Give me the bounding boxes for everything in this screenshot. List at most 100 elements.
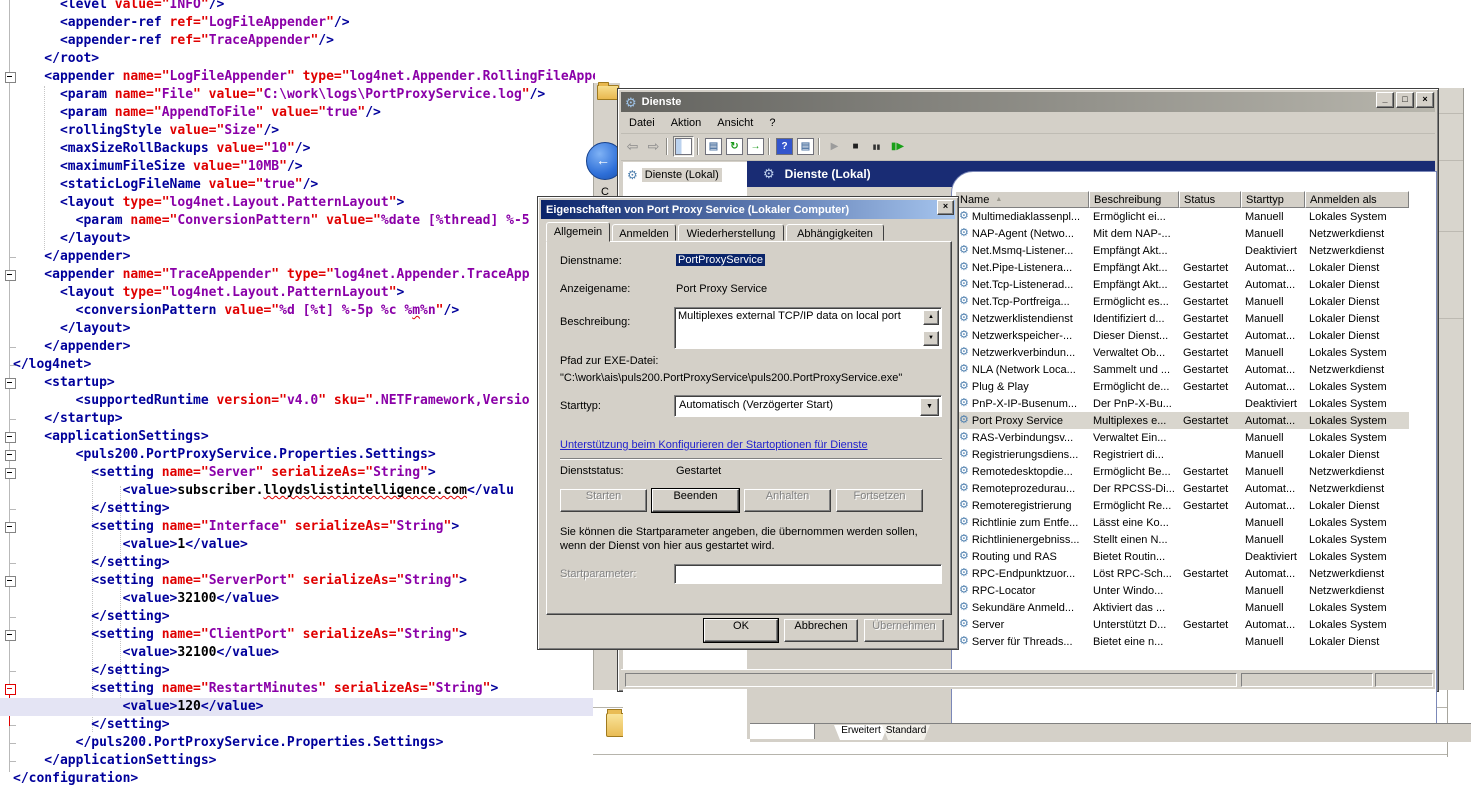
starttyp-combobox[interactable]: Automatisch (Verzögerter Start) ▼ bbox=[674, 395, 942, 417]
code-line: </log4net> bbox=[0, 356, 595, 374]
anzeigename-value: Port Proxy Service bbox=[676, 283, 767, 295]
dialog-title-bar[interactable]: Eigenschaften von Port Proxy Service (Lo… bbox=[541, 200, 955, 219]
service-row[interactable]: ⚙NetzwerklistendienstIdentifiziert d...G… bbox=[955, 310, 1409, 327]
code-line: </startup> bbox=[0, 410, 595, 428]
service-row-selected[interactable]: ⚙Port Proxy ServiceMultiplexes e...Gesta… bbox=[955, 412, 1409, 429]
abbrechen-button[interactable]: Abbrechen bbox=[784, 619, 858, 642]
table-header: Name▲BeschreibungStatusStarttypAnmelden … bbox=[955, 191, 1409, 208]
service-gear-icon: ⚙ bbox=[959, 262, 969, 273]
stop-service-icon[interactable]: ■ bbox=[846, 137, 865, 156]
properties-icon[interactable]: ▤ bbox=[704, 137, 723, 156]
service-row[interactable]: ⚙NAP-Agent (Netwo...Mit dem NAP-...Manue… bbox=[955, 225, 1409, 242]
beschreibung-textarea[interactable]: Multiplexes external TCP/IP data on loca… bbox=[674, 307, 942, 349]
xml-code: <level value="INFO"/> <appender-ref ref=… bbox=[0, 0, 595, 787]
service-row[interactable]: ⚙Registrierungsdiens...Registriert di...… bbox=[955, 446, 1409, 463]
dienstname-value[interactable]: PortProxyService bbox=[676, 254, 765, 266]
service-row[interactable]: ⚙Remoteprozedurau...Der RPCSS-Di...Gesta… bbox=[955, 480, 1409, 497]
service-row[interactable]: ⚙RemoteregistrierungErmöglicht Re...Gest… bbox=[955, 497, 1409, 514]
services-title-bar[interactable]: ⚙ Dienste bbox=[621, 92, 1435, 112]
service-gear-icon: ⚙ bbox=[959, 466, 969, 477]
service-row[interactable]: ⚙Net.Tcp-Portfreiga...Ermöglicht es...Ge… bbox=[955, 293, 1409, 310]
back-icon[interactable]: ⇦ bbox=[623, 137, 642, 156]
dialog-tab-abhngigkeiten[interactable]: Abhängigkeiten bbox=[786, 224, 884, 241]
service-row[interactable]: ⚙Routing und RASBietet Routin...Deaktivi… bbox=[955, 548, 1409, 565]
tree-item-dienste-lokal[interactable]: ⚙ Dienste (Lokal) bbox=[627, 168, 722, 182]
sort-ascending-icon: ▲ bbox=[995, 196, 1002, 203]
service-gear-icon: ⚙ bbox=[959, 415, 969, 426]
service-row[interactable]: ⚙RPC-Endpunktzuor...Löst RPC-Sch...Gesta… bbox=[955, 565, 1409, 582]
show-console-tree-icon[interactable] bbox=[673, 136, 694, 157]
menu-item-aktion[interactable]: Aktion bbox=[663, 115, 710, 131]
menu-item-datei[interactable]: Datei bbox=[621, 115, 663, 131]
anhalten-button[interactable]: Anhalten bbox=[744, 489, 831, 512]
service-row[interactable]: ⚙Netzwerkspeicher-...Dieser Dienst...Ges… bbox=[955, 327, 1409, 344]
code-line: <layout type="log4net.Layout.PatternLayo… bbox=[0, 284, 595, 302]
forward-icon[interactable]: ⇨ bbox=[644, 137, 663, 156]
back-arrow-icon: ← bbox=[596, 152, 610, 168]
service-row[interactable]: ⚙Server für Threads...Bietet eine n...Ma… bbox=[955, 633, 1409, 650]
dialog-tab-allgemein[interactable]: Allgemein bbox=[546, 222, 610, 242]
service-row[interactable]: ⚙Richtlinienergebniss...Stellt einen N..… bbox=[955, 531, 1409, 548]
refresh-icon[interactable]: ↻ bbox=[725, 137, 744, 156]
maximize-button[interactable]: □ bbox=[1396, 92, 1414, 108]
property-window-icon[interactable]: ▤ bbox=[796, 137, 815, 156]
service-row[interactable]: ⚙Sekundäre Anmeld...Aktiviert das ...Man… bbox=[955, 599, 1409, 616]
column-header-anmeldenals[interactable]: Anmelden als bbox=[1305, 191, 1409, 208]
view-tab-standard[interactable]: Standard bbox=[882, 725, 930, 740]
service-row[interactable]: ⚙Net.Tcp-Listenerad...Empfängt Akt...Ges… bbox=[955, 276, 1409, 293]
startparameter-input[interactable] bbox=[674, 564, 942, 584]
service-row[interactable]: ⚙Net.Msmq-Listener...Empfängt Akt...Deak… bbox=[955, 242, 1409, 259]
service-row[interactable]: ⚙NLA (Network Loca...Sammelt und ...Gest… bbox=[955, 361, 1409, 378]
column-header-name[interactable]: Name▲ bbox=[955, 191, 1089, 208]
service-row[interactable]: ⚙RPC-LocatorUnter Windo...ManuellNetzwer… bbox=[955, 582, 1409, 599]
dialog-tab-wiederherstellung[interactable]: Wiederherstellung bbox=[678, 224, 784, 241]
menu-item-ansicht[interactable]: Ansicht bbox=[709, 115, 761, 131]
gear-icon: ⚙ bbox=[627, 169, 638, 181]
service-gear-icon: ⚙ bbox=[959, 296, 969, 307]
help-icon[interactable]: ? bbox=[775, 137, 794, 156]
service-gear-icon: ⚙ bbox=[959, 381, 969, 392]
code-line: <supportedRuntime version="v4.0" sku=".N… bbox=[0, 392, 595, 410]
service-gear-icon: ⚙ bbox=[959, 449, 969, 460]
pause-service-icon[interactable]: ▮▮ bbox=[867, 137, 886, 156]
chevron-down-icon[interactable]: ▼ bbox=[920, 398, 939, 416]
menu-item-?[interactable]: ? bbox=[761, 115, 783, 131]
service-row[interactable]: ⚙ServerUnterstützt D...GestartetAutomat.… bbox=[955, 616, 1409, 633]
code-editor[interactable]: <level value="INFO"/> <appender-ref ref=… bbox=[0, 0, 595, 787]
ok-button[interactable]: OK bbox=[704, 619, 778, 642]
code-line: </applicationSettings> bbox=[0, 752, 595, 770]
restart-service-icon[interactable]: ▮▶ bbox=[888, 137, 907, 156]
scroll-down-icon[interactable]: ▼ bbox=[923, 331, 939, 346]
service-row[interactable]: ⚙Plug & PlayErmöglicht de...GestartetAut… bbox=[955, 378, 1409, 395]
service-row[interactable]: ⚙Multimediaklassenpl...Ermöglicht ei...M… bbox=[955, 208, 1409, 225]
beenden-button[interactable]: Beenden bbox=[652, 489, 739, 512]
start-service-icon[interactable]: ▶ bbox=[825, 137, 844, 156]
starten-button[interactable]: Starten bbox=[560, 489, 647, 512]
startparameter-label: Startparameter: bbox=[560, 568, 636, 580]
close-icon[interactable]: × bbox=[937, 200, 954, 215]
uebernehmen-button[interactable]: Übernehmen bbox=[864, 619, 944, 642]
window-title: Dienste bbox=[642, 96, 682, 108]
export-list-icon[interactable]: → bbox=[746, 137, 765, 156]
service-row[interactable]: ⚙Netzwerkverbindun...Verwaltet Ob...Gest… bbox=[955, 344, 1409, 361]
code-line: </puls200.PortProxyService.Properties.Se… bbox=[0, 734, 595, 752]
minimize-button[interactable]: _ bbox=[1376, 92, 1394, 108]
service-row[interactable]: ⚙Richtlinie zum Entfe...Lässt eine Ko...… bbox=[955, 514, 1409, 531]
service-gear-icon: ⚙ bbox=[959, 517, 969, 528]
code-line: </setting> bbox=[0, 662, 595, 680]
dialog-tab-anmelden[interactable]: Anmelden bbox=[612, 224, 676, 241]
close-button[interactable]: × bbox=[1416, 92, 1434, 108]
service-row[interactable]: ⚙RAS-Verbindungsv...Verwaltet Ein...Manu… bbox=[955, 429, 1409, 446]
service-row[interactable]: ⚙Remotedesktopdie...Ermöglicht Be...Gest… bbox=[955, 463, 1409, 480]
service-row[interactable]: ⚙Net.Pipe-Listenera...Empfängt Akt...Ges… bbox=[955, 259, 1409, 276]
column-header-beschreibung[interactable]: Beschreibung bbox=[1089, 191, 1179, 208]
service-gear-icon: ⚙ bbox=[959, 483, 969, 494]
service-row[interactable]: ⚙PnP-X-IP-Busenum...Der PnP-X-Bu...Deakt… bbox=[955, 395, 1409, 412]
column-header-starttyp[interactable]: Starttyp bbox=[1241, 191, 1305, 208]
startoptions-help-link[interactable]: Unterstützung beim Konfigurieren der Sta… bbox=[560, 439, 868, 451]
services-gear-icon: ⚙ bbox=[625, 96, 637, 109]
fortsetzen-button[interactable]: Fortsetzen bbox=[836, 489, 923, 512]
column-header-status[interactable]: Status bbox=[1179, 191, 1241, 208]
scroll-up-icon[interactable]: ▲ bbox=[923, 310, 939, 325]
tab-page-allgemein bbox=[546, 241, 952, 615]
